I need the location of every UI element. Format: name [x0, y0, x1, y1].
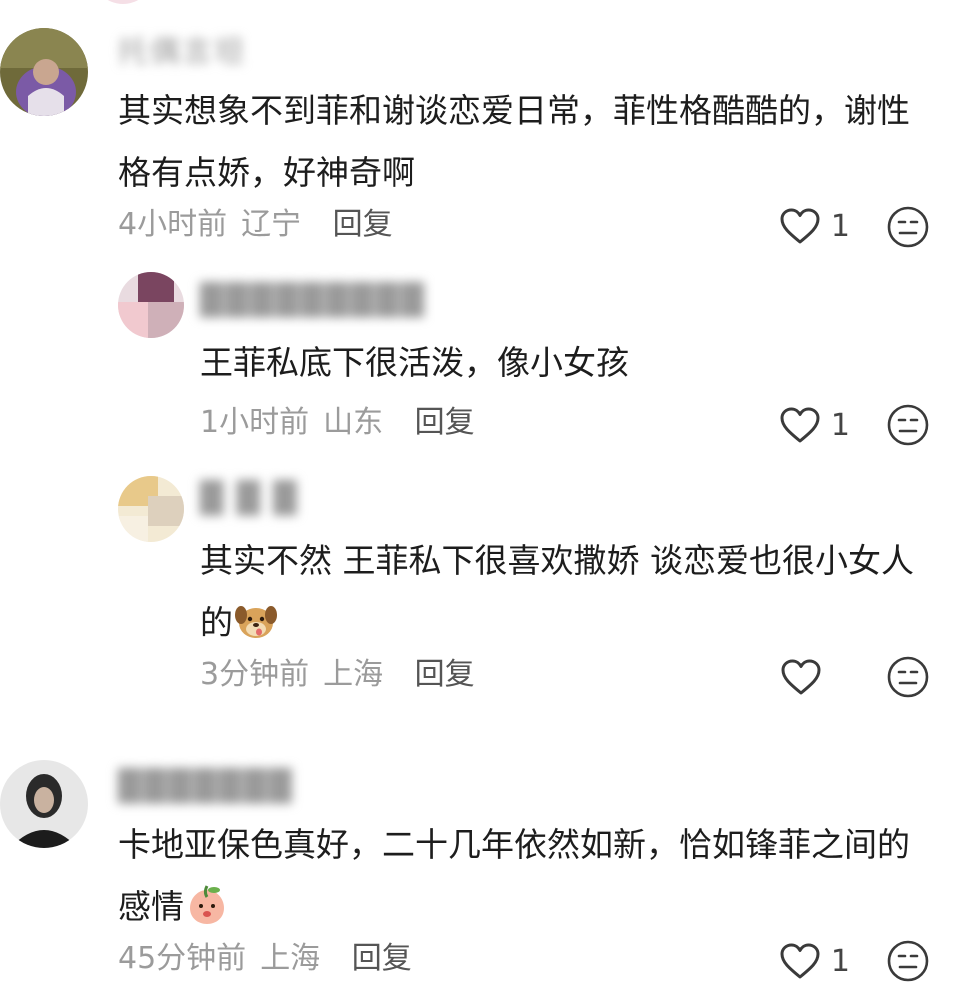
reply-button[interactable]: 回复 [333, 207, 393, 242]
comment-text: 其实想象不到菲和谢谈恋爱日常，菲性格酷酷的，谢性格有点娇，好神奇啊 [118, 91, 910, 192]
heart-outline-icon [780, 208, 820, 244]
avatar[interactable] [118, 272, 184, 338]
comment-text: 王菲私底下很活泼，像小女孩 [200, 343, 629, 382]
location: 山东 [323, 405, 384, 440]
neutral-face-icon[interactable] [886, 403, 930, 447]
neutral-face-icon[interactable] [886, 205, 930, 249]
reply-button[interactable]: 回复 [415, 405, 475, 440]
reply-button[interactable]: 回复 [352, 941, 412, 976]
comment-body: 卡地亚保色真好，二十几年依然如新，恰如锋菲之间的感情 [118, 825, 910, 926]
comment-meta: 1小时前 山东 回复 [200, 405, 475, 441]
like-count: 1 [830, 407, 850, 443]
avatar[interactable] [0, 28, 88, 116]
timestamp: 1小时前 [200, 405, 310, 440]
timestamp: 3分钟前 [200, 657, 310, 692]
neutral-face-icon[interactable] [886, 939, 930, 983]
heart-outline-icon [781, 659, 821, 695]
comment-text: 其实不然 王菲私下很喜欢撒娇 谈恋爱也很小女人的 [200, 530, 930, 654]
username[interactable]: 托偶言坦 [118, 36, 246, 70]
partial-avatar [92, 0, 154, 4]
like-count: 1 [830, 943, 850, 979]
location: 上海 [260, 941, 321, 976]
like-button[interactable]: 1 [779, 204, 850, 248]
like-count: 1 [830, 208, 850, 244]
like-button[interactable] [780, 655, 850, 699]
avatar[interactable] [118, 476, 184, 542]
comment-text: 卡地亚保色真好，二十几年依然如新，恰如锋菲之间的感情 [118, 814, 928, 938]
like-button[interactable]: 1 [779, 403, 850, 447]
timestamp: 45分钟前 [118, 941, 247, 976]
username[interactable]: █████████ [200, 284, 426, 318]
heart-outline-icon [780, 943, 820, 979]
comment-meta: 45分钟前 上海 回复 [118, 941, 412, 977]
peach-face-emoji [190, 885, 224, 924]
comment-meta: 4小时前 辽宁 回复 [118, 207, 393, 243]
comment-meta: 3分钟前 上海 回复 [200, 657, 475, 693]
username[interactable]: ███████ [118, 770, 294, 804]
like-button[interactable]: 1 [779, 939, 850, 983]
timestamp: 4小时前 [118, 207, 228, 242]
heart-outline-icon [780, 407, 820, 443]
comment-body: 其实不然 王菲私下很喜欢撒娇 谈恋爱也很小女人的 [200, 541, 914, 642]
avatar[interactable] [0, 760, 88, 848]
location: 辽宁 [241, 207, 302, 242]
location: 上海 [323, 657, 384, 692]
username[interactable]: █ █ █ [200, 482, 298, 516]
puppy-face-emoji [235, 606, 277, 638]
reply-button[interactable]: 回复 [415, 657, 475, 692]
neutral-face-icon[interactable] [886, 655, 930, 699]
